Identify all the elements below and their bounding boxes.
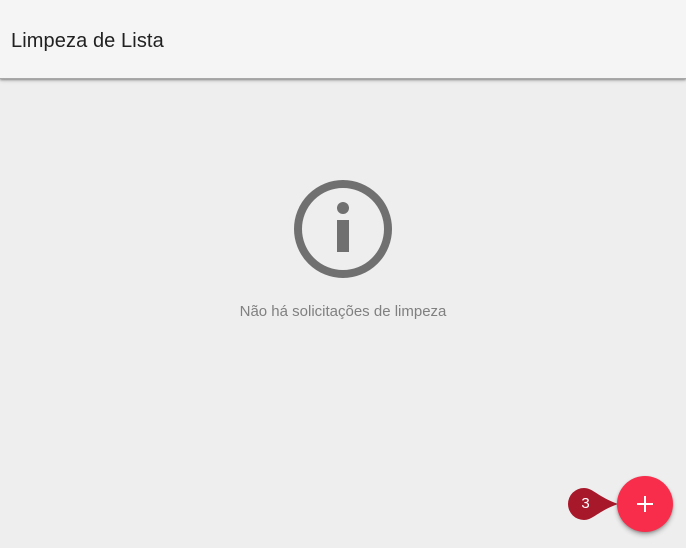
plus-icon xyxy=(637,496,653,512)
page-title: Limpeza de Lista xyxy=(11,30,164,52)
info-icon xyxy=(294,180,392,278)
app-bar: Limpeza de Lista xyxy=(0,0,686,79)
empty-state: Não há solicitações de limpeza xyxy=(0,178,686,320)
empty-state-message: Não há solicitações de limpeza xyxy=(239,303,447,320)
add-button[interactable] xyxy=(617,476,673,532)
step-badge-label: 3 xyxy=(581,495,590,512)
step-badge: 3 xyxy=(567,487,619,521)
